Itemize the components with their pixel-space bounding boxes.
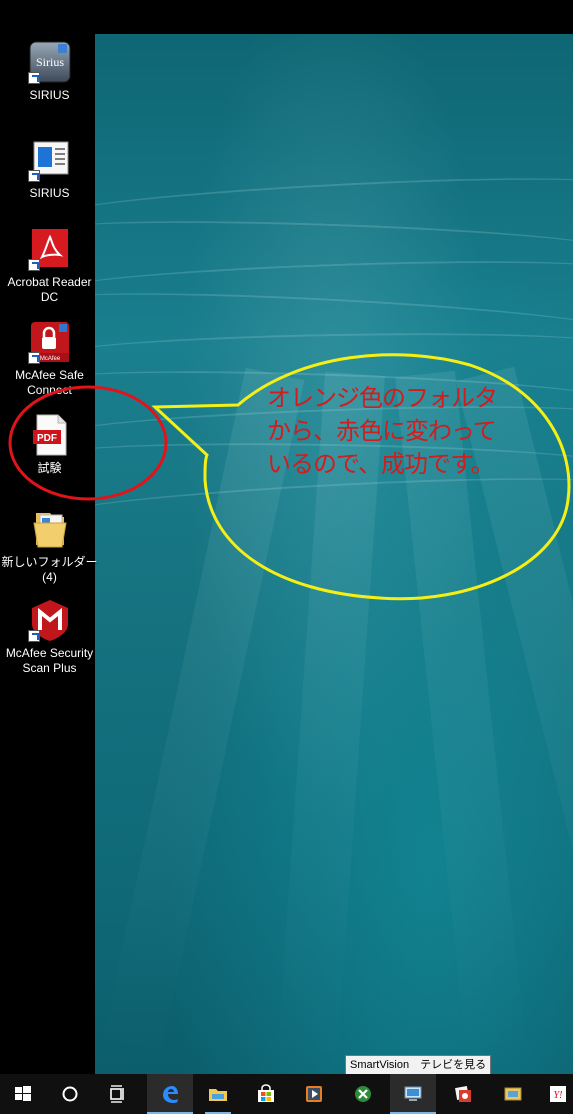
taskbar-edge-button[interactable] xyxy=(147,1074,193,1114)
desktop-icon-acrobat-reader[interactable]: Acrobat Reader DC xyxy=(0,227,99,305)
desktop-icon-label: SIRIUS xyxy=(29,88,70,102)
mcafee-security-scan-icon xyxy=(27,598,72,642)
annotation-line: から、赤色に変わって xyxy=(267,417,497,445)
shortcut-arrow-icon xyxy=(27,352,40,364)
taskbar-yahoo-button[interactable]: Y! xyxy=(540,1074,573,1114)
task-view-icon xyxy=(110,1085,124,1103)
desktop-icon-sirius-document[interactable]: SIRIUS xyxy=(0,138,99,201)
cortana-search-icon xyxy=(62,1086,78,1102)
svg-text:Y!: Y! xyxy=(554,1090,563,1101)
desktop-icon-mcafee-safe-connect[interactable]: McAfee McAfee Safe Connect xyxy=(0,320,99,398)
svg-text:Sirius: Sirius xyxy=(35,55,63,69)
start-button[interactable] xyxy=(0,1074,46,1114)
shortcut-arrow-icon xyxy=(27,170,40,182)
desktop-icon-mcafee-security-scan[interactable]: McAfee Security Scan Plus xyxy=(0,598,99,676)
shortcut-arrow-icon xyxy=(27,259,40,271)
shortcut-arrow-icon xyxy=(27,630,40,642)
desktop-icon-new-folder[interactable]: 新しいフォルダー (4) xyxy=(0,507,99,585)
sirius-document-icon xyxy=(27,138,72,182)
edge-browser-icon xyxy=(163,1086,178,1103)
smartvision-icon xyxy=(404,1086,422,1101)
folder-icon xyxy=(28,507,72,551)
taskbar-excel-button[interactable] xyxy=(340,1074,386,1114)
photo-app-icon xyxy=(455,1086,471,1102)
taskbar-media-button[interactable] xyxy=(291,1074,337,1114)
taskbar-explorer-button[interactable] xyxy=(195,1074,241,1114)
svg-text:McAfee: McAfee xyxy=(39,356,60,362)
desktop-icon-label: SIRIUS xyxy=(29,186,70,200)
yahoo-icon: Y! xyxy=(550,1086,566,1102)
desktop-screen: Sirius SIRIUS SIRIUS Acrobat Reader DC M… xyxy=(0,0,573,1114)
annotation-line: いるので、成功です。 xyxy=(267,450,495,478)
media-player-icon xyxy=(306,1086,322,1102)
taskbar-photo-button[interactable] xyxy=(440,1074,486,1114)
file-explorer-icon xyxy=(209,1089,227,1101)
desktop-icon-label: Acrobat Reader DC xyxy=(7,275,92,304)
windows-start-icon xyxy=(15,1086,31,1101)
taskbar-tooltip: SmartVision テレビを見る xyxy=(345,1055,492,1075)
annotation-text: オレンジ色のフォルタ から、赤色に変わって いるので、成功です。 xyxy=(267,382,517,481)
search-button[interactable] xyxy=(47,1074,93,1114)
pdf-file-icon: PDF xyxy=(28,413,72,457)
taskbar-store-button[interactable] xyxy=(243,1074,289,1114)
card-app-icon xyxy=(504,1087,522,1101)
excel-like-app-icon xyxy=(355,1086,371,1102)
shortcut-arrow-icon xyxy=(27,72,40,84)
desktop-icon-label: McAfee Security Scan Plus xyxy=(5,646,94,675)
desktop-icon-label: McAfee Safe Connect xyxy=(15,368,84,397)
desktop-wallpaper xyxy=(95,34,573,1074)
mcafee-safe-connect-icon: McAfee xyxy=(27,320,72,364)
annotation-line: オレンジ色のフォルタ xyxy=(267,384,498,412)
taskbar-smartvision-button[interactable] xyxy=(390,1074,436,1114)
acrobat-reader-icon xyxy=(27,227,72,271)
taskbar-card-button[interactable] xyxy=(490,1074,536,1114)
desktop-icon-sirius-app[interactable]: Sirius SIRIUS xyxy=(0,40,99,103)
desktop-icon-label: 新しいフォルダー (4) xyxy=(1,555,98,584)
pdf-badge-label: PDF xyxy=(37,433,57,444)
sirius-app-icon: Sirius xyxy=(27,40,72,84)
store-icon xyxy=(258,1084,274,1102)
desktop-icon-pdf-test[interactable]: PDF 試験 xyxy=(0,413,99,476)
task-view-button[interactable] xyxy=(95,1074,141,1114)
taskbar: Y! xyxy=(0,1074,573,1114)
desktop-icon-label: 試験 xyxy=(37,461,62,475)
